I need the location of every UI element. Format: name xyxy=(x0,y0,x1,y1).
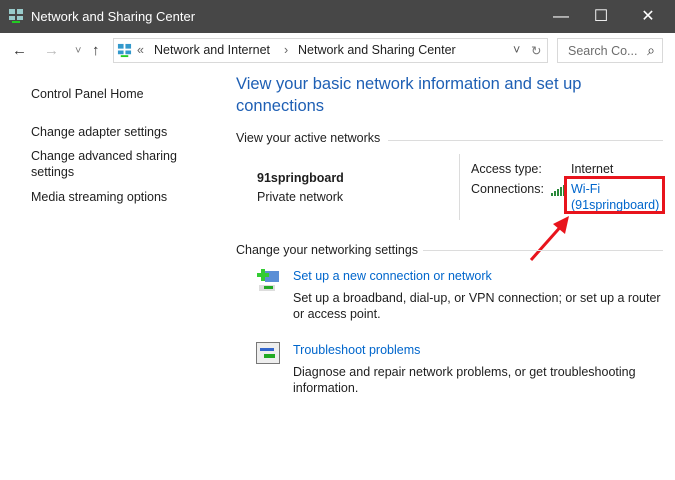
annotation-highlight-box xyxy=(564,176,665,214)
connections-label: Connections: xyxy=(471,182,544,196)
page-title: View your basic network information and … xyxy=(236,75,582,115)
annotation-arrow-icon xyxy=(529,216,569,261)
breadcrumb-sharing-center[interactable]: Network and Sharing Center xyxy=(298,43,456,57)
up-button[interactable]: ↑ xyxy=(92,40,100,62)
recent-locations-button[interactable]: ˅ xyxy=(75,40,81,62)
access-type-value: Internet xyxy=(571,162,614,176)
breadcrumb-network-internet[interactable]: Network and Internet xyxy=(154,43,270,57)
sidebar-item-adapter-settings[interactable]: Change adapter settings xyxy=(31,124,167,140)
close-button[interactable]: ✕ xyxy=(625,0,671,33)
access-type-label: Access type: xyxy=(471,162,542,176)
address-bar[interactable]: « Network and Internet › Network and Sha… xyxy=(113,38,548,63)
window-title: Network and Sharing Center xyxy=(31,9,196,24)
search-input[interactable]: Search Co... ⌕ xyxy=(557,38,663,63)
address-dropdown[interactable]: ˅ xyxy=(513,43,520,57)
sidebar-item-media-streaming[interactable]: Media streaming options xyxy=(31,189,167,205)
maximize-button[interactable]: ☐ xyxy=(578,0,624,33)
troubleshoot-link[interactable]: Troubleshoot problems xyxy=(293,343,420,357)
breadcrumb-arrow[interactable]: › xyxy=(284,43,288,57)
forward-button[interactable]: → xyxy=(44,40,59,62)
search-placeholder: Search Co... xyxy=(568,44,638,58)
change-settings-heading: Change your networking settings xyxy=(236,243,424,257)
network-icon xyxy=(9,9,23,23)
troubleshoot-icon xyxy=(256,342,280,364)
title-bar: Network and Sharing Center — ☐ ✕ xyxy=(0,0,675,33)
new-connection-icon xyxy=(257,269,279,291)
active-networks-heading: View your active networks xyxy=(236,131,381,145)
sidebar-item-advanced-sharing[interactable]: Change advanced sharing settings xyxy=(31,148,191,180)
network-icon xyxy=(117,43,132,58)
back-button[interactable]: ← xyxy=(12,40,27,62)
network-type: Private network xyxy=(257,190,344,204)
network-name: 91springboard xyxy=(257,171,344,185)
setup-connection-link[interactable]: Set up a new connection or network xyxy=(293,269,492,283)
troubleshoot-description: Diagnose and repair network problems, or… xyxy=(293,365,636,395)
sidebar-item-control-panel-home[interactable]: Control Panel Home xyxy=(31,86,144,102)
refresh-button[interactable]: ↻ xyxy=(531,43,541,58)
setup-connection-description: Set up a broadband, dial-up, or VPN conn… xyxy=(293,291,661,321)
divider xyxy=(459,154,460,220)
divider xyxy=(388,140,663,141)
search-icon[interactable]: ⌕ xyxy=(647,42,655,59)
breadcrumb-overflow[interactable]: « xyxy=(137,43,144,57)
